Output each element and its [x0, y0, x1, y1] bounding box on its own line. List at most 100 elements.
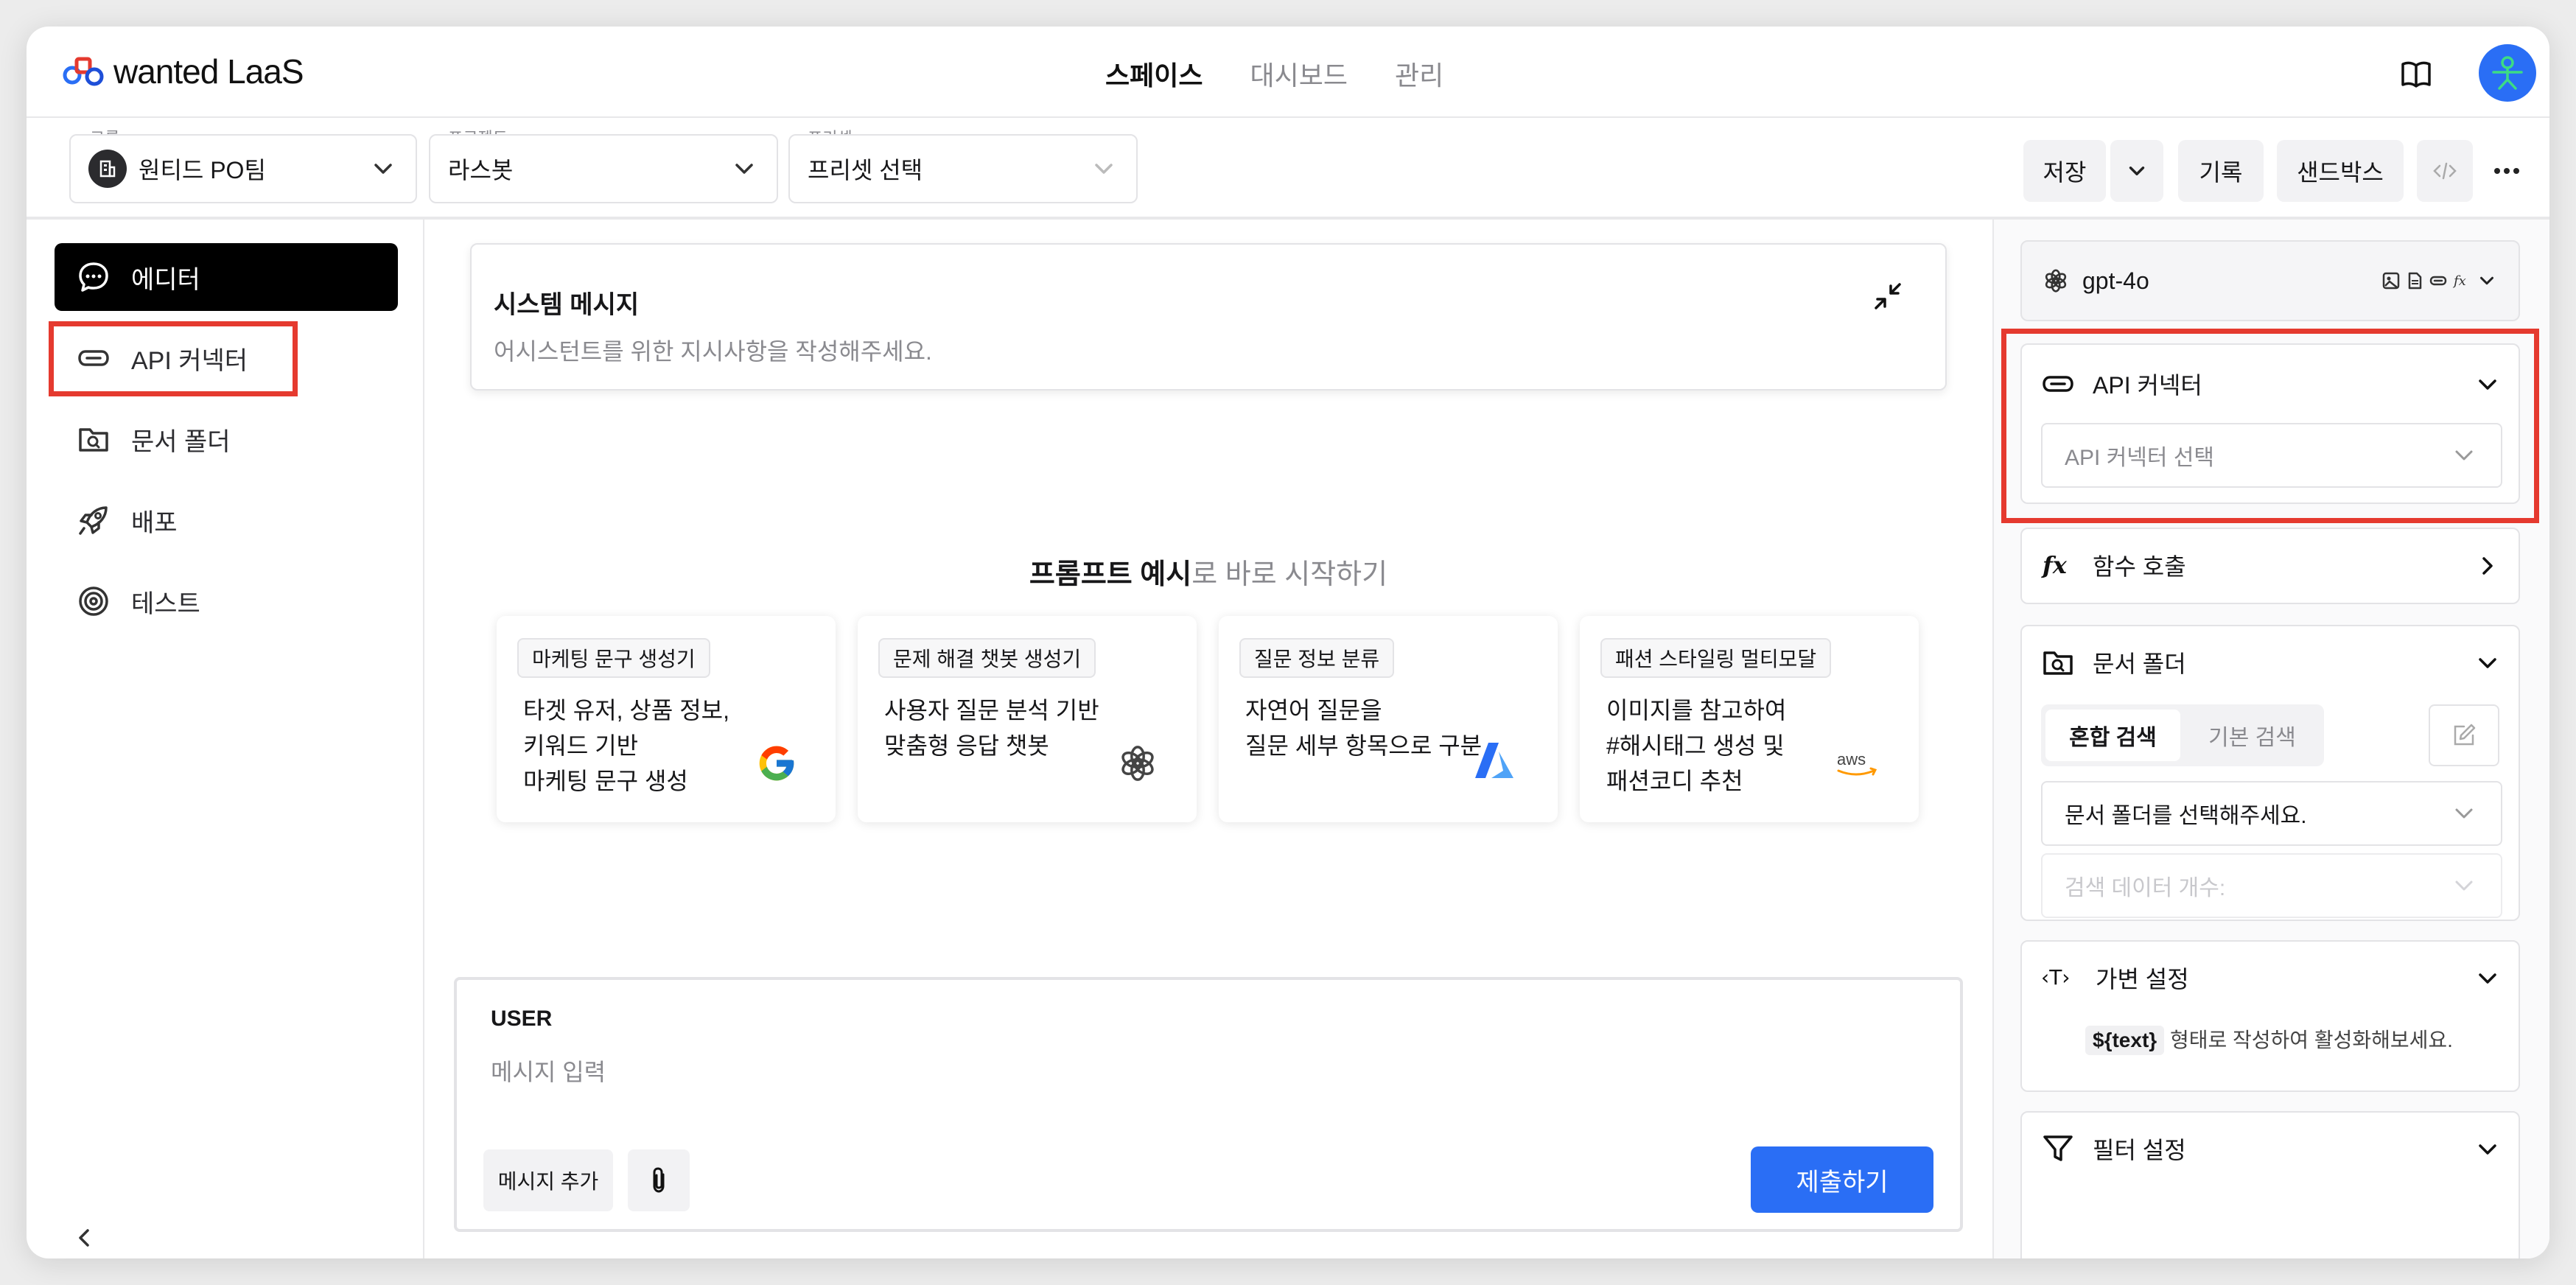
api-connector-select[interactable]: API 커넥터 선택 — [2041, 423, 2502, 488]
logo-text: wanted LaaS — [113, 52, 304, 91]
doc-folder-header[interactable]: 문서 폴더 — [2041, 645, 2186, 679]
submit-button[interactable]: 제출하기 — [1751, 1146, 1933, 1213]
sidebar-item-label: 배포 — [131, 508, 178, 537]
project-select[interactable]: 라스봇 — [429, 134, 778, 203]
doc-folder-placeholder: 문서 폴더를 선택해주세요. — [2065, 804, 2307, 828]
search-mode-mixed[interactable]: 혼합 검색 — [2045, 710, 2180, 761]
system-message-input[interactable]: 어시스턴트를 위한 지시사항을 작성해주세요. — [494, 333, 932, 367]
system-message-card[interactable]: 시스템 메시지 어시스턴트를 위한 지시사항을 작성해주세요. — [470, 243, 1947, 391]
logo[interactable]: wanted LaaS — [60, 52, 304, 91]
card-line: 이미지를 참고하여 — [1606, 697, 1787, 724]
group-select-box[interactable]: 원티드 PO팀 — [69, 134, 417, 203]
chevron-down-icon — [2480, 276, 2493, 285]
tab-manage[interactable]: 관리 — [1395, 55, 1443, 93]
paperclip-icon — [653, 1167, 665, 1193]
function-call-section[interactable]: fx 함수 호출 — [2020, 528, 2520, 604]
section-title: 필터 설정 — [2093, 1137, 2186, 1163]
sidebar-item-editor[interactable]: 에디터 — [55, 243, 398, 311]
card-line: 자연어 질문을 — [1245, 697, 1382, 724]
section-title: 가변 설정 — [2096, 966, 2189, 992]
more-button[interactable] — [2485, 140, 2529, 202]
preset-select[interactable]: 프리셋 선택 — [788, 134, 1138, 203]
chevron-down-icon — [2455, 880, 2473, 891]
link-capability-icon — [2429, 276, 2447, 286]
project-value: 라스봇 — [448, 157, 514, 183]
save-options-button[interactable] — [2110, 140, 2163, 202]
azure-icon — [1471, 737, 1518, 784]
aws-icon: aws — [1832, 740, 1883, 787]
doc-folder-section: 문서 폴더 혼합 검색 기본 검색 문서 폴더를 선택해주세요. 검색 데이터 … — [2020, 625, 2520, 921]
card-line: 키워드 기반 — [523, 732, 639, 759]
api-connector-section: API 커넥터 API 커넥터 선택 — [2020, 343, 2520, 504]
sidebar-item-deploy[interactable]: 배포 — [55, 486, 398, 554]
preset-value: 프리셋 선택 — [808, 157, 923, 183]
message-input[interactable]: 메시지 입력 — [491, 1054, 606, 1088]
card-line: 맞춤형 응답 챗봇 — [884, 732, 1049, 759]
chevron-down-icon — [2455, 808, 2473, 819]
heading-bold: 프롬프트 예시 — [1029, 559, 1192, 590]
doc-folder-select[interactable]: 문서 폴더를 선택해주세요. — [2041, 781, 2502, 846]
filter-section: 필터 설정 — [2020, 1111, 2520, 1258]
prompt-card-classification[interactable]: 질문 정보 분류 자연어 질문을 질문 세부 항목으로 구분 — [1219, 616, 1558, 822]
prompt-card-chatbot[interactable]: 문제 해결 챗봇 생성기 사용자 질문 분석 기반 맞춤형 응답 챗봇 — [858, 616, 1197, 822]
code-view-button[interactable] — [2417, 140, 2473, 202]
sidebar-item-test[interactable]: 테스트 — [55, 567, 398, 635]
collapse-sidebar-icon[interactable] — [69, 1223, 99, 1253]
edit-icon — [2454, 724, 2476, 746]
variable-chip: ${text} — [2085, 1026, 2165, 1055]
collapse-icon[interactable] — [1870, 279, 1905, 314]
card-line: 사용자 질문 분석 기반 — [884, 697, 1099, 724]
prompt-card-fashion[interactable]: 패션 스타일링 멀티모달 이미지를 참고하여 #해시태그 생성 및 패션코디 추… — [1580, 616, 1919, 822]
card-description: 이미지를 참고하여 #해시태그 생성 및 패션코디 추천 — [1606, 693, 1857, 799]
search-mode-basic[interactable]: 기본 검색 — [2185, 710, 2320, 761]
prompt-card-marketing[interactable]: 마케팅 문구 생성기 타겟 유저, 상품 정보, 키워드 기반 마케팅 문구 생… — [497, 616, 836, 822]
model-select[interactable]: gpt-4o fx — [2020, 240, 2520, 321]
chevron-down-icon — [2455, 450, 2473, 461]
sidebar-item-doc-folder[interactable]: 문서 폴더 — [55, 405, 398, 473]
avatar[interactable] — [2479, 44, 2536, 102]
chevron-down-icon[interactable] — [2473, 964, 2502, 993]
history-button[interactable]: 기록 — [2178, 140, 2264, 202]
api-connector-header[interactable]: API 커넥터 — [2041, 367, 2202, 401]
function-capability-icon: fx — [2452, 273, 2466, 289]
more-dots-icon — [2494, 168, 2519, 174]
filter-header[interactable]: 필터 설정 — [2041, 1132, 2186, 1166]
system-title: 시스템 메시지 — [494, 291, 640, 319]
function-icon: fx — [2041, 551, 2068, 579]
tab-dashboard[interactable]: 대시보드 — [1250, 55, 1347, 93]
app-window: wanted LaaS 스페이스 대시보드 관리 그룹 — [27, 27, 2549, 1258]
add-message-button[interactable]: 메시지 추가 — [483, 1149, 613, 1211]
search-mode-toggle: 혼합 검색 기본 검색 — [2041, 704, 2324, 766]
chevron-down-icon[interactable] — [2473, 370, 2502, 399]
attach-button[interactable] — [628, 1149, 690, 1211]
sidebar-item-api-connector[interactable]: API 커넥터 — [55, 324, 398, 392]
filter-icon — [2043, 1135, 2073, 1161]
openai-icon — [2045, 269, 2067, 293]
rocket-icon — [79, 506, 108, 535]
docs-button[interactable] — [2398, 56, 2435, 93]
group-value: 원티드 PO팀 — [88, 150, 368, 188]
api-connector-placeholder: API 커넥터 선택 — [2065, 446, 2215, 470]
card-line: #해시태그 생성 및 — [1606, 732, 1785, 759]
tab-space[interactable]: 스페이스 — [1105, 55, 1203, 93]
card-line: 마케팅 문구 생성 — [523, 768, 688, 794]
sidebar: 에디터 API 커넥터 문서 폴더 배포 테스트 — [27, 220, 424, 1258]
variable-hint-text: 형태로 작성하여 활성화해보세요. — [2169, 1029, 2453, 1051]
save-button[interactable]: 저장 — [2023, 140, 2106, 202]
sidebar-item-label: 테스트 — [131, 589, 200, 618]
variable-section: ‹T› 가변 설정 ${text} 형태로 작성하여 활성화해보세요. — [2020, 940, 2520, 1092]
chevron-down-icon[interactable] — [2473, 1135, 2502, 1164]
svg-text:aws: aws — [1837, 750, 1866, 768]
card-tag: 패션 스타일링 멀티모달 — [1600, 638, 1832, 678]
sidebar-item-label: API 커넥터 — [131, 346, 248, 375]
model-capabilities: fx — [2381, 270, 2498, 292]
book-icon — [2401, 61, 2431, 88]
card-line: 패션코디 추천 — [1606, 768, 1743, 794]
svg-text:fx: fx — [2452, 273, 2466, 289]
folder-search-icon — [79, 428, 108, 452]
chevron-down-icon — [374, 164, 392, 174]
variable-header[interactable]: ‹T› 가변 설정 — [2041, 961, 2189, 995]
edit-button[interactable] — [2429, 704, 2499, 766]
chevron-down-icon[interactable] — [2473, 648, 2502, 678]
sandbox-button[interactable]: 샌드박스 — [2277, 140, 2404, 202]
